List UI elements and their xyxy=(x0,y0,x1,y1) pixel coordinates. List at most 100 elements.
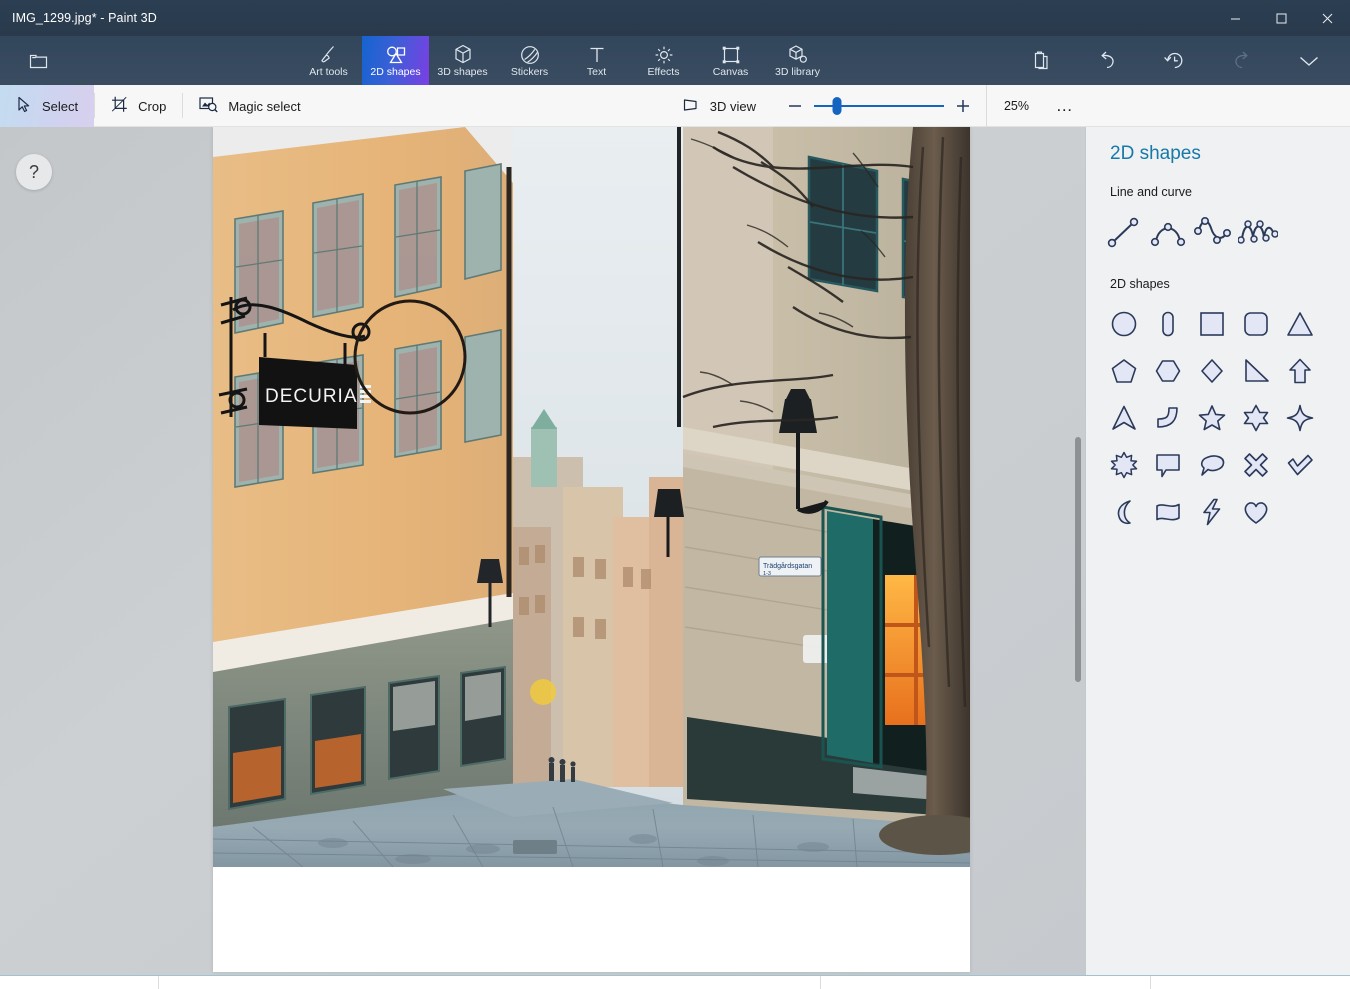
redo-icon xyxy=(1231,36,1252,85)
canvas-area[interactable]: ? xyxy=(0,127,1085,989)
history-button[interactable] xyxy=(1141,36,1208,85)
circle-shape[interactable] xyxy=(1102,301,1146,347)
ribbon-tab-label: 3D shapes xyxy=(437,67,487,78)
stickers-icon xyxy=(520,44,540,66)
folder-menu-icon xyxy=(29,36,48,85)
sliver-divider xyxy=(158,976,159,989)
magic-select-button[interactable]: Magic select xyxy=(183,85,316,127)
ribbon-tab-effects[interactable]: Effects xyxy=(630,36,697,85)
canvas-image[interactable]: DECURIA xyxy=(213,127,970,867)
title-bar: IMG_1299.jpg* - Paint 3D xyxy=(0,0,1350,36)
line-tool[interactable] xyxy=(1100,209,1145,255)
svg-text:DECURIA: DECURIA xyxy=(265,386,358,407)
sliver-divider xyxy=(820,976,821,989)
ribbon-tab-label: Canvas xyxy=(713,67,749,78)
paste-button[interactable] xyxy=(1007,36,1074,85)
2d-shapes-icon xyxy=(385,44,406,66)
ribbon-tab-label: Effects xyxy=(648,67,680,78)
2d-shapes-section-label: 2D shapes xyxy=(1086,277,1350,291)
burst-shape[interactable] xyxy=(1102,442,1146,488)
canvas-vertical-scrollbar[interactable] xyxy=(1075,437,1081,682)
ribbon-tab-label: Text xyxy=(587,67,606,78)
crop-tool-label: Crop xyxy=(138,99,166,114)
workspace: ? xyxy=(0,127,1350,989)
checkmark-shape[interactable] xyxy=(1278,442,1322,488)
cloud-callout-shape[interactable] xyxy=(1190,442,1234,488)
view-controls-group: 3D view 25% … xyxy=(666,85,1084,127)
ribbon-tab-3d-shapes[interactable]: 3D shapes xyxy=(429,36,496,85)
3d-shapes-icon xyxy=(454,44,472,66)
moon-shape[interactable] xyxy=(1102,489,1146,535)
chevron-arrow-shape[interactable] xyxy=(1102,395,1146,441)
zoom-controls xyxy=(772,95,986,117)
panel-title: 2D shapes xyxy=(1086,143,1350,165)
ribbon-tab-3d-library[interactable]: 3D library xyxy=(764,36,831,85)
redo-button[interactable] xyxy=(1208,36,1275,85)
close-button[interactable] xyxy=(1304,0,1350,36)
history-icon xyxy=(1164,36,1185,85)
tool-options-bar: Select Crop M xyxy=(0,85,1350,127)
rounded-pill-shape[interactable] xyxy=(1146,301,1190,347)
zoom-in-button[interactable] xyxy=(952,95,974,117)
brush-icon xyxy=(319,44,339,66)
text-icon xyxy=(588,44,606,66)
minimize-button[interactable] xyxy=(1212,0,1258,36)
line-and-curve-section-label: Line and curve xyxy=(1086,185,1350,199)
magic-select-label: Magic select xyxy=(228,99,300,114)
banner-shape[interactable] xyxy=(1146,489,1190,535)
line-and-curve-row xyxy=(1086,209,1350,255)
ribbon-tab-canvas[interactable]: Canvas xyxy=(697,36,764,85)
square-callout-shape[interactable] xyxy=(1146,442,1190,488)
ribbon-tab-text[interactable]: Text xyxy=(563,36,630,85)
hexagon-shape[interactable] xyxy=(1146,348,1190,394)
3d-view-button[interactable]: 3D view xyxy=(666,85,772,127)
triangle-shape[interactable] xyxy=(1278,301,1322,347)
select-tool-label: Select xyxy=(42,99,78,114)
diamond-shape[interactable] xyxy=(1190,348,1234,394)
square-shape[interactable] xyxy=(1190,301,1234,347)
menu-button[interactable] xyxy=(18,36,58,85)
zoom-slider-thumb[interactable] xyxy=(833,97,842,115)
zoom-out-button[interactable] xyxy=(784,95,806,117)
crop-tool-button[interactable]: Crop xyxy=(95,85,182,127)
right-triangle-shape[interactable] xyxy=(1234,348,1278,394)
zoom-level-value[interactable]: 25% xyxy=(986,85,1046,127)
select-tool-button[interactable]: Select xyxy=(0,85,94,127)
2d-shapes-panel: 2D shapes Line and curve xyxy=(1085,127,1350,989)
more-options-button[interactable]: … xyxy=(1046,85,1084,127)
curve-three-tool[interactable] xyxy=(1235,209,1280,255)
paint3d-window: IMG_1299.jpg* - Paint 3D xyxy=(0,0,1350,989)
lightning-shape[interactable] xyxy=(1190,489,1234,535)
expand-ribbon-button[interactable] xyxy=(1275,36,1342,85)
curve-two-tool[interactable] xyxy=(1190,209,1235,255)
six-point-star-shape[interactable] xyxy=(1234,395,1278,441)
heart-shape[interactable] xyxy=(1234,489,1278,535)
five-point-star-shape[interactable] xyxy=(1190,395,1234,441)
3d-view-icon xyxy=(682,97,700,116)
window-title: IMG_1299.jpg* - Paint 3D xyxy=(0,11,157,25)
3d-view-label: 3D view xyxy=(710,99,756,114)
magic-select-icon xyxy=(199,96,218,116)
ribbon-tab-art-tools[interactable]: Art tools xyxy=(295,36,362,85)
ribbon-tab-2d-shapes[interactable]: 2D shapes xyxy=(362,36,429,85)
effects-icon xyxy=(654,44,674,66)
crop-icon xyxy=(111,96,128,116)
pentagon-shape[interactable] xyxy=(1102,348,1146,394)
zoom-slider[interactable] xyxy=(814,96,944,116)
canvas-sheet[interactable]: DECURIA xyxy=(213,127,970,972)
ribbon-tab-label: 3D library xyxy=(775,67,820,78)
rounded-square-shape[interactable] xyxy=(1234,301,1278,347)
shape-grid xyxy=(1086,301,1350,535)
x-cross-shape[interactable] xyxy=(1234,442,1278,488)
ribbon-action-group xyxy=(1007,36,1342,85)
quarter-curve-shape[interactable] xyxy=(1146,395,1190,441)
four-point-star-shape[interactable] xyxy=(1278,395,1322,441)
ribbon-tab-stickers[interactable]: Stickers xyxy=(496,36,563,85)
undo-button[interactable] xyxy=(1074,36,1141,85)
curve-one-tool[interactable] xyxy=(1145,209,1190,255)
maximize-button[interactable] xyxy=(1258,0,1304,36)
help-button[interactable]: ? xyxy=(16,154,52,190)
arrow-up-shape[interactable] xyxy=(1278,348,1322,394)
background-window-sliver xyxy=(0,975,1350,989)
svg-text:1-3: 1-3 xyxy=(763,571,771,577)
